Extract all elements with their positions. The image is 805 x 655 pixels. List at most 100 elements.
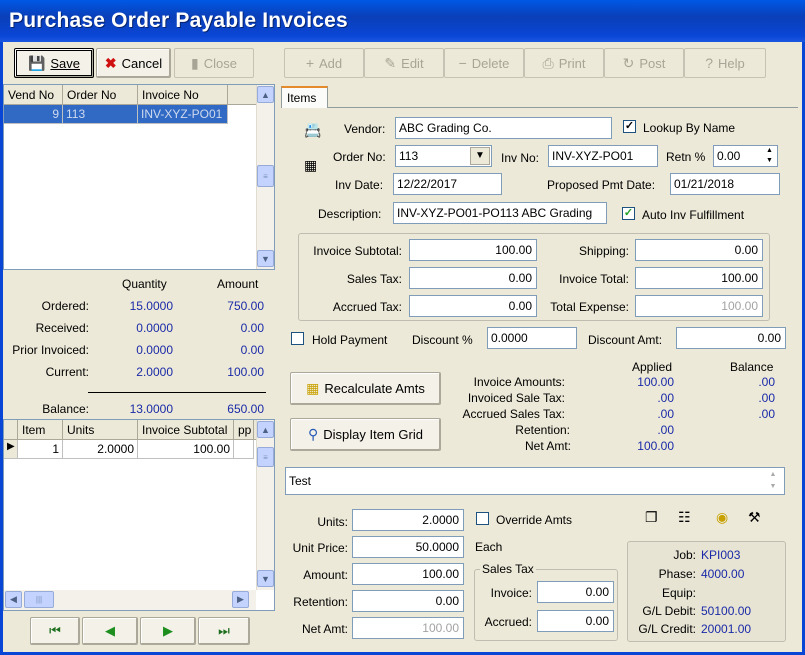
accrued-tax-field[interactable]: 0.00 [409,295,537,317]
prior-invoiced-qty: 0.0000 [136,343,173,357]
invoice-total-label: Invoice Total: [559,272,629,286]
table-row[interactable]: 9 113 INV-XYZ-PO01 [4,105,274,124]
scroll-thumb[interactable]: ≡ [257,165,274,187]
header-invoice-no[interactable]: Invoice No [138,85,228,104]
lookup-by-name-checkbox[interactable]: ✓ [623,120,636,133]
item-grid[interactable]: Item Units Invoice Subtotal pp ▶ 1 2.000… [3,419,275,611]
inv-date-field[interactable]: 12/22/2017 [393,173,502,195]
display-item-grid-button[interactable]: ⚲ Display Item Grid [290,418,441,451]
grid-header: Vend No Order No Invoice No [4,85,274,105]
copy-icon[interactable]: ❐ [645,509,658,526]
previous-record-button[interactable]: ◀ [82,617,138,645]
pmt-date-field[interactable]: 01/21/2018 [670,173,780,195]
header-vend-no[interactable]: Vend No [4,85,63,104]
override-amts-checkbox[interactable] [476,512,489,525]
header-item[interactable]: Item [18,420,63,439]
next-record-button[interactable]: ▶ [140,617,196,645]
accrued-tax-line-field[interactable]: 0.00 [537,610,614,632]
delete-button[interactable]: − Delete [444,48,524,78]
description-field[interactable]: INV-XYZ-PO01-PO113 ABC Grading [393,202,607,224]
save-button[interactable]: 💾 Save [14,48,94,78]
current-qty: 2.0000 [136,365,173,379]
edit-button[interactable]: ✎ Edit [364,48,444,78]
line-retention-label: Retention: [293,595,348,609]
recalculate-amts-button[interactable]: ▦ Recalculate Amts [290,372,441,405]
discount-pct-field[interactable]: 0.0000 [487,327,577,349]
units-field[interactable]: 2.0000 [352,509,464,531]
invoice-amounts-label: Invoice Amounts: [473,375,565,389]
invoice-total-field[interactable]: 100.00 [635,267,763,289]
memo-field[interactable]: Test [285,467,785,495]
vendor-invoice-grid[interactable]: Vend No Order No Invoice No 9 113 INV-XY… [3,84,275,270]
inv-no-field[interactable]: INV-XYZ-PO01 [548,145,658,167]
post-button[interactable]: ↻ Post [604,48,684,78]
invoice-subtotal-field[interactable]: 100.00 [409,239,537,261]
amount-header: Amount [217,277,259,291]
tab-items[interactable]: Items [281,86,328,108]
received-qty: 0.0000 [136,321,173,335]
header-pp[interactable]: pp [234,420,254,439]
close-button[interactable]: ▮ Close [174,48,254,78]
scroll-down-icon[interactable]: ▼ [257,250,274,267]
pmt-date-label: Proposed Pmt Date: [547,178,656,192]
invoiced-sale-tax-balance: .00 [758,391,775,405]
last-record-button[interactable]: ⏭ [198,617,250,645]
vendor-card-icon[interactable]: 📇 [304,122,321,139]
balance-qty: 13.0000 [129,402,173,416]
memo-scroll-icon[interactable]: ▲ ▼ [763,469,783,493]
hscroll-thumb[interactable]: ||| [24,591,54,608]
invoice-tax-field[interactable]: 0.00 [537,581,614,603]
table-row[interactable]: ▶ 1 2.0000 100.00 [4,440,274,459]
header-units[interactable]: Units [63,420,138,439]
invoice-tax-label: Invoice: [490,586,532,600]
stepper-arrows-icon[interactable]: ▲ ▼ [762,146,777,166]
auto-inv-fulfillment-label: Auto Inv Fulfillment [642,208,745,222]
net-amt-label: Net Amt: [524,439,571,453]
question-icon: ? [705,55,714,71]
ordered-amt: 750.00 [227,299,264,313]
gl-debit-value: 50100.00 [701,604,752,618]
discount-pct-label: Discount % [412,333,473,347]
first-record-button[interactable]: ⏮ [30,617,80,645]
scroll-up-icon[interactable]: ▲ [257,86,274,103]
calculator-icon[interactable]: ▦ [304,157,317,174]
discount-amt-field[interactable]: 0.00 [676,327,786,349]
help-button[interactable]: ? Help [684,48,766,78]
retention-applied: .00 [657,423,674,437]
override-amts-label: Override Amts [496,513,573,527]
vendor-grid-scrollbar[interactable]: ▲ ≡ ▼ [256,85,274,269]
scroll-thumb[interactable]: ≡ [257,447,274,467]
add-button[interactable]: + Add [284,48,364,78]
cancel-button[interactable]: ✖ Cancel [96,48,171,78]
job-value: KPI003 [701,548,741,562]
header-invoice-subtotal[interactable]: Invoice Subtotal [138,420,234,439]
sales-tax-field[interactable]: 0.00 [409,267,537,289]
print-button[interactable]: ⎙ Print [524,48,604,78]
hold-payment-checkbox[interactable] [291,332,304,345]
invoice-subtotal-label: Invoice Subtotal: [313,244,402,258]
applied-header: Applied [632,360,673,374]
chevron-down-icon[interactable]: ▼ [470,147,490,165]
scroll-up-icon[interactable]: ▲ [257,421,274,438]
auto-inv-fulfillment-checkbox[interactable]: ✓ [622,207,635,220]
window-title: Purchase Order Payable Invoices [0,0,805,42]
coin-icon[interactable]: ◉ [716,509,728,526]
header-order-no[interactable]: Order No [63,85,138,104]
unit-price-field[interactable]: 50.0000 [352,536,464,558]
line-retention-field[interactable]: 0.00 [352,590,464,612]
vendor-field[interactable]: ABC Grading Co. [395,117,612,139]
arrow-right-icon: ▶ [163,623,173,638]
hierarchy-icon[interactable]: ☷ [678,509,691,526]
item-grid-scrollbar[interactable]: ▲ ≡ ▼ [256,420,274,590]
magnifier-icon: ⚲ [308,426,319,442]
amount-field[interactable]: 100.00 [352,563,464,585]
tools-icon[interactable]: ⚒ [748,509,761,526]
line-net-amt-field: 100.00 [352,617,464,639]
shipping-field[interactable]: 0.00 [635,239,763,261]
scroll-right-icon[interactable]: ▶ [232,591,249,608]
prior-invoiced-label: Prior Invoiced: [12,343,89,357]
scroll-left-icon[interactable]: ◀ [5,591,22,608]
units-label: Units: [317,515,348,529]
unit-price-label: Unit Price: [292,541,348,555]
item-grid-hscrollbar[interactable]: ◀ ||| ▶ [4,590,256,610]
